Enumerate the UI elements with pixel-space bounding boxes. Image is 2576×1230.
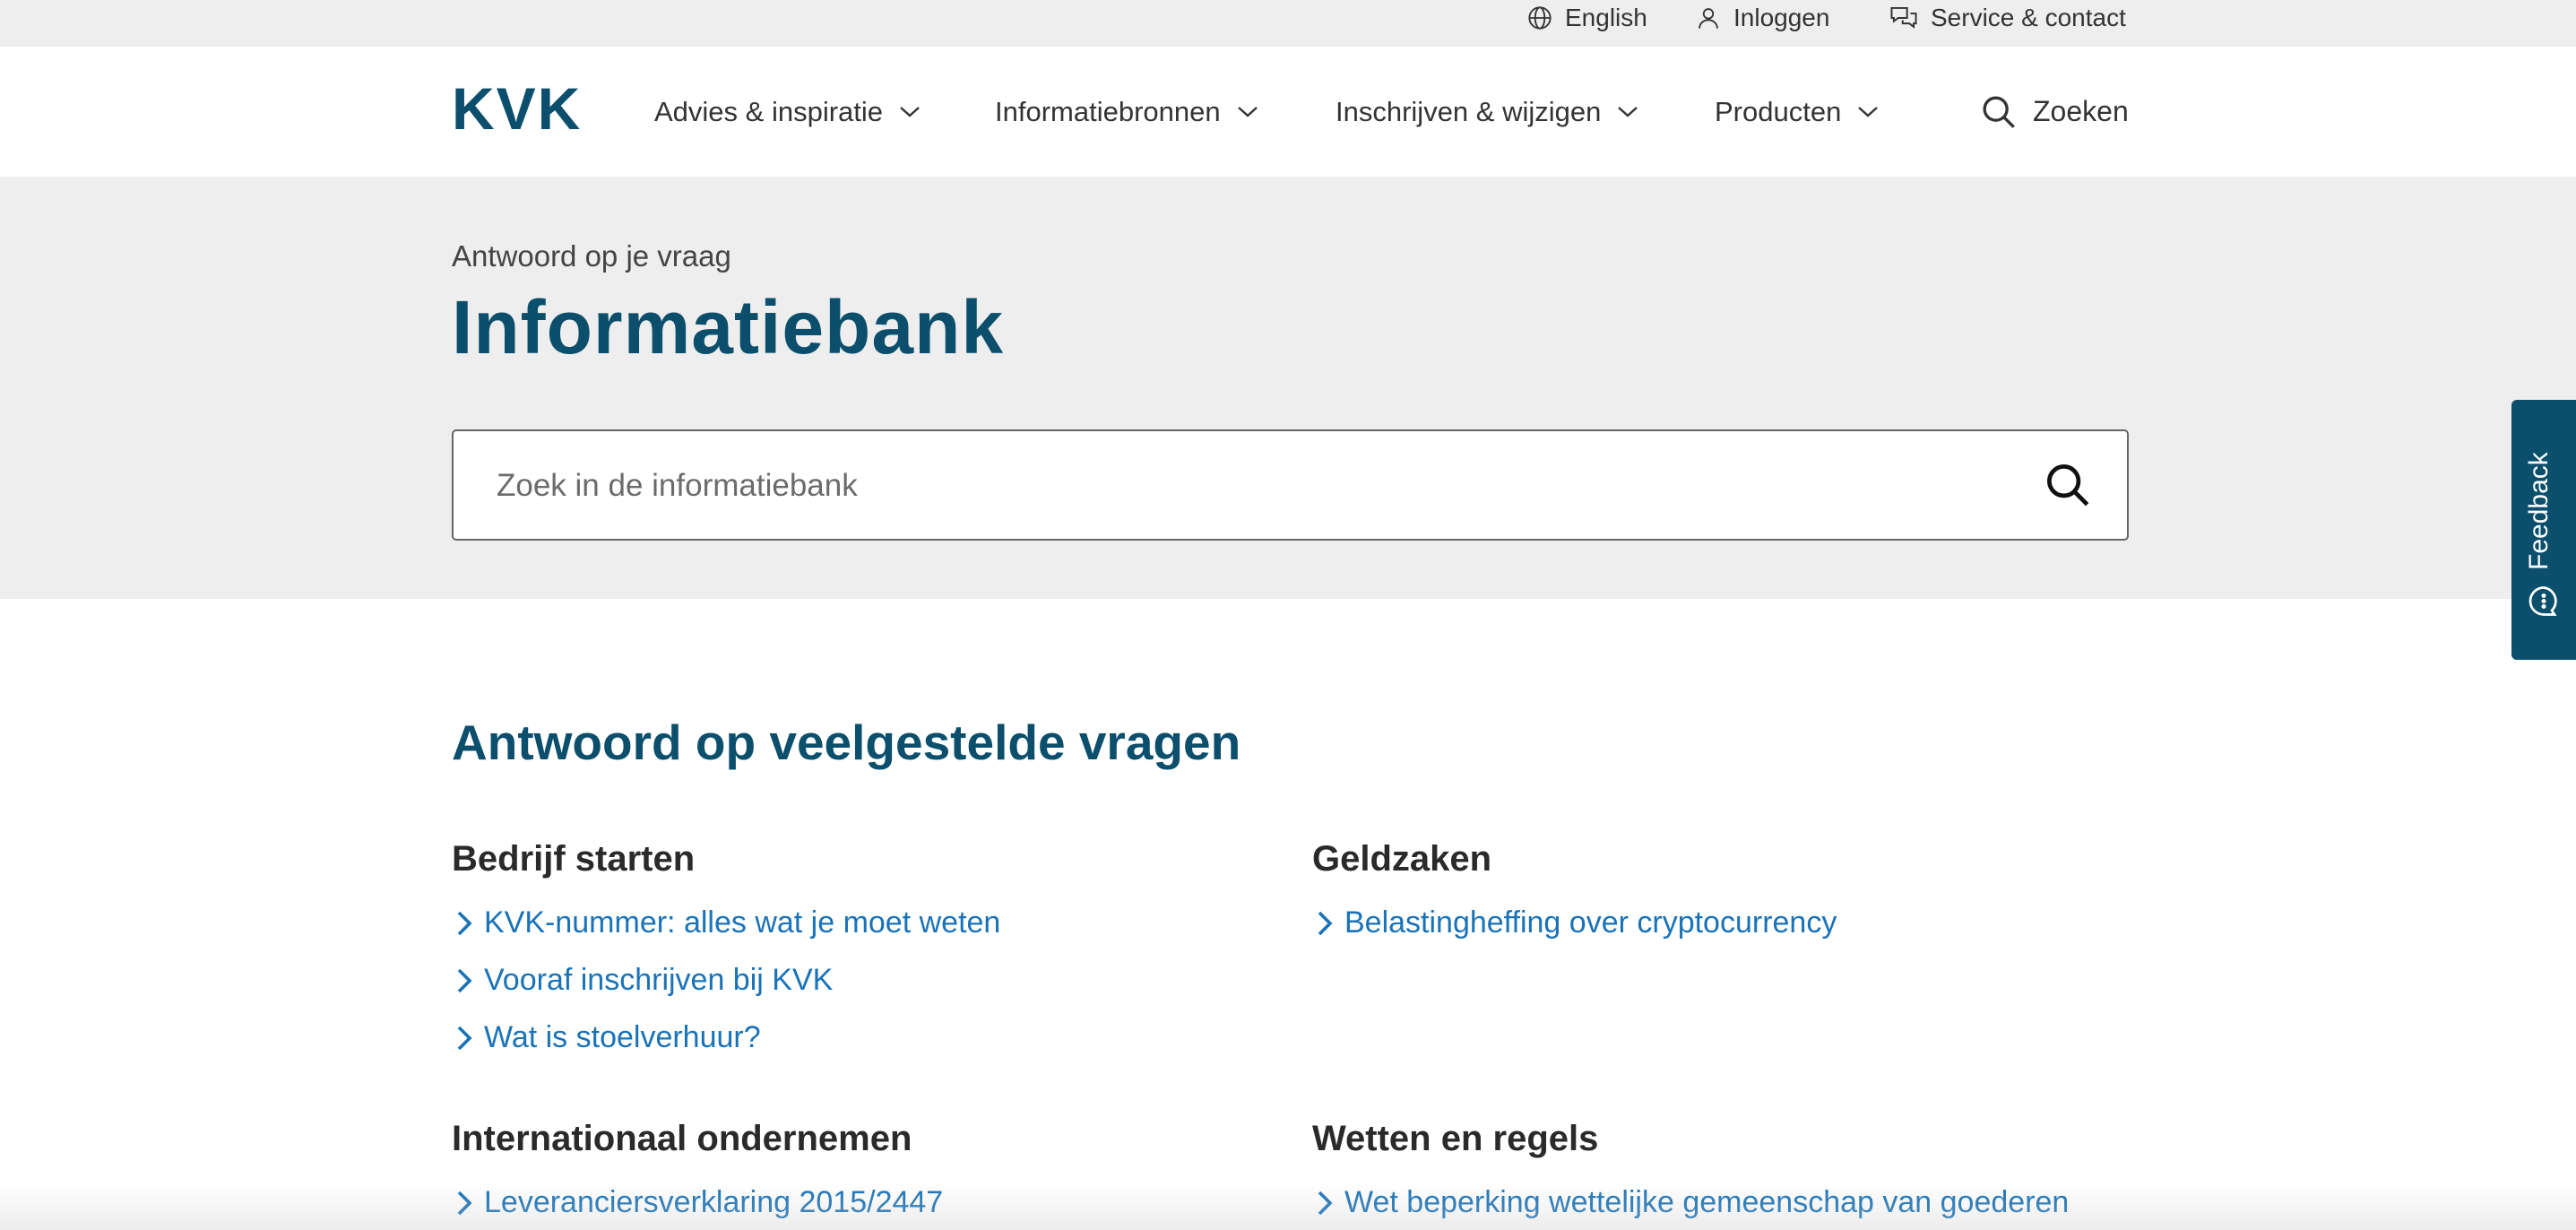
category-title: Wetten en regels: [1312, 1119, 1599, 1158]
faq-link[interactable]: KVK-nummer: alles wat je moet weten: [455, 905, 1000, 940]
search-submit-button[interactable]: [2043, 460, 2093, 510]
feedback-tab[interactable]: Feedback: [2511, 400, 2576, 660]
login-label: Inloggen: [1733, 4, 1830, 31]
search-icon: [1983, 96, 2015, 128]
language-switch[interactable]: English: [1527, 0, 1647, 36]
main-header: KVK Advies & inspiratie Informatiebronne…: [0, 47, 2576, 177]
chevron-right-icon: [1318, 1191, 1333, 1215]
category-title: Geldzaken: [1312, 839, 1492, 879]
language-label: English: [1565, 4, 1647, 31]
feedback-bubble-icon: [2528, 586, 2557, 616]
utility-bar: English Inloggen Service & contact: [0, 0, 2576, 47]
hero-eyebrow: Antwoord op je vraag: [452, 239, 731, 273]
faq-link-label: Wat is stoelverhuur?: [484, 1020, 761, 1054]
faq-link[interactable]: Wat is stoelverhuur?: [455, 1020, 761, 1055]
faq-link-label: KVK-nummer: alles wat je moet weten: [484, 905, 1001, 940]
faq-title: Antwoord op veelgestelde vragen: [452, 715, 1241, 770]
logo-text: KVK: [452, 86, 582, 131]
kvk-logo[interactable]: KVK: [452, 75, 611, 142]
search-icon: [2047, 464, 2089, 507]
nav-informatiebronnen[interactable]: Informatiebronnen: [995, 47, 1258, 177]
nav-advies[interactable]: Advies & inspiratie: [654, 47, 921, 177]
nav-informatiebronnen-label: Informatiebronnen: [995, 95, 1221, 127]
faq-link-label: Belastingheffing over cryptocurrency: [1344, 905, 1837, 940]
nav-inschrijven-label: Inschrijven & wijzigen: [1336, 95, 1602, 127]
category-title: Bedrijf starten: [452, 839, 696, 879]
chevron-down-icon: [900, 106, 920, 117]
chevron-right-icon: [457, 1026, 472, 1050]
chevron-down-icon: [1618, 106, 1638, 117]
header-search-label: Zoeken: [2033, 95, 2129, 127]
search-input[interactable]: [495, 431, 2022, 541]
user-icon: [1699, 8, 1718, 29]
nav-producten-label: Producten: [1715, 95, 1842, 127]
chevron-right-icon: [457, 911, 472, 935]
informatiebank-search: [452, 429, 2129, 541]
login-link[interactable]: Inloggen: [1696, 0, 1829, 36]
header-search-button[interactable]: Zoeken: [1981, 47, 2129, 177]
chevron-down-icon: [1237, 106, 1258, 117]
faq-link-label: Vooraf inschrijven bij KVK: [484, 963, 834, 997]
category-title: Internationaal ondernemen: [452, 1119, 912, 1158]
feedback-label: Feedback: [2524, 452, 2554, 570]
chat-bubbles-icon: [1890, 6, 1917, 29]
nav-inschrijven[interactable]: Inschrijven & wijzigen: [1336, 47, 1638, 177]
chevron-right-icon: [457, 968, 472, 992]
nav-producten[interactable]: Producten: [1715, 47, 1879, 177]
chevron-right-icon: [457, 1191, 472, 1215]
service-contact-link[interactable]: Service & contact: [1889, 0, 2126, 36]
faq-link[interactable]: Leveranciersverklaring 2015/2447: [455, 1185, 943, 1220]
page-title: Informatiebank: [452, 285, 1005, 369]
faq-link-label: Leveranciersverklaring 2015/2447: [484, 1185, 944, 1219]
bottom-fade: [0, 1183, 2576, 1230]
faq-link[interactable]: Vooraf inschrijven bij KVK: [455, 963, 833, 998]
hero-section: Antwoord op je vraag Informatiebank: [0, 177, 2576, 599]
faq-link-label: Wet beperking wettelijke gemeenschap van…: [1344, 1185, 2070, 1219]
nav-advies-label: Advies & inspiratie: [654, 95, 884, 127]
chevron-right-icon: [1318, 911, 1333, 935]
service-label: Service & contact: [1931, 4, 2126, 31]
faq-link[interactable]: Belastingheffing over cryptocurrency: [1316, 905, 1837, 940]
chevron-down-icon: [1858, 106, 1879, 117]
globe-icon: [1528, 6, 1552, 30]
faq-link[interactable]: Wet beperking wettelijke gemeenschap van…: [1316, 1185, 2069, 1220]
